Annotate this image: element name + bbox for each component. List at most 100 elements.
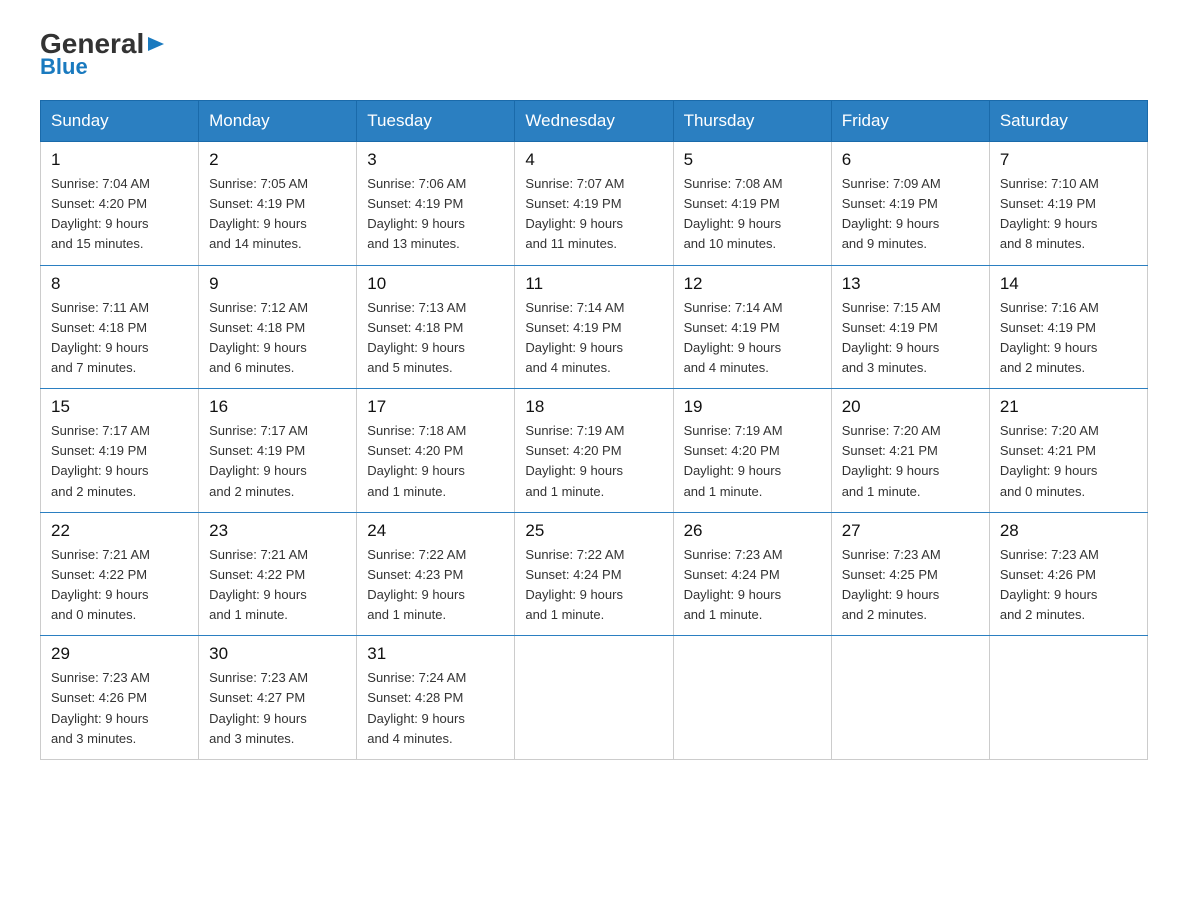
calendar-cell: 28 Sunrise: 7:23 AMSunset: 4:26 PMDayligh… — [989, 512, 1147, 636]
day-number: 5 — [684, 150, 821, 170]
day-info: Sunrise: 7:23 AMSunset: 4:26 PMDaylight:… — [51, 668, 188, 749]
day-number: 1 — [51, 150, 188, 170]
day-number: 29 — [51, 644, 188, 664]
day-number: 7 — [1000, 150, 1137, 170]
calendar-cell: 10 Sunrise: 7:13 AMSunset: 4:18 PMDayligh… — [357, 265, 515, 389]
calendar-cell: 7 Sunrise: 7:10 AMSunset: 4:19 PMDaylight… — [989, 142, 1147, 266]
day-number: 27 — [842, 521, 979, 541]
day-number: 18 — [525, 397, 662, 417]
day-info: Sunrise: 7:20 AMSunset: 4:21 PMDaylight:… — [1000, 421, 1137, 502]
day-info: Sunrise: 7:23 AMSunset: 4:24 PMDaylight:… — [684, 545, 821, 626]
calendar-cell: 14 Sunrise: 7:16 AMSunset: 4:19 PMDayligh… — [989, 265, 1147, 389]
calendar-cell: 19 Sunrise: 7:19 AMSunset: 4:20 PMDayligh… — [673, 389, 831, 513]
day-info: Sunrise: 7:21 AMSunset: 4:22 PMDaylight:… — [51, 545, 188, 626]
day-info: Sunrise: 7:23 AMSunset: 4:25 PMDaylight:… — [842, 545, 979, 626]
day-number: 28 — [1000, 521, 1137, 541]
logo-blue: Blue — [40, 54, 88, 80]
calendar-cell: 29 Sunrise: 7:23 AMSunset: 4:26 PMDayligh… — [41, 636, 199, 760]
day-info: Sunrise: 7:14 AMSunset: 4:19 PMDaylight:… — [684, 298, 821, 379]
calendar-cell: 23 Sunrise: 7:21 AMSunset: 4:22 PMDayligh… — [199, 512, 357, 636]
calendar-table: SundayMondayTuesdayWednesdayThursdayFrid… — [40, 100, 1148, 760]
calendar-cell: 22 Sunrise: 7:21 AMSunset: 4:22 PMDayligh… — [41, 512, 199, 636]
day-info: Sunrise: 7:10 AMSunset: 4:19 PMDaylight:… — [1000, 174, 1137, 255]
day-number: 12 — [684, 274, 821, 294]
day-number: 13 — [842, 274, 979, 294]
page-header: General Blue — [40, 30, 1148, 80]
day-number: 24 — [367, 521, 504, 541]
day-info: Sunrise: 7:17 AMSunset: 4:19 PMDaylight:… — [51, 421, 188, 502]
day-number: 19 — [684, 397, 821, 417]
calendar-cell: 5 Sunrise: 7:08 AMSunset: 4:19 PMDaylight… — [673, 142, 831, 266]
day-info: Sunrise: 7:23 AMSunset: 4:26 PMDaylight:… — [1000, 545, 1137, 626]
day-info: Sunrise: 7:06 AMSunset: 4:19 PMDaylight:… — [367, 174, 504, 255]
calendar-week-row: 1 Sunrise: 7:04 AMSunset: 4:20 PMDaylight… — [41, 142, 1148, 266]
day-info: Sunrise: 7:15 AMSunset: 4:19 PMDaylight:… — [842, 298, 979, 379]
day-info: Sunrise: 7:18 AMSunset: 4:20 PMDaylight:… — [367, 421, 504, 502]
day-number: 17 — [367, 397, 504, 417]
calendar-cell — [515, 636, 673, 760]
day-number: 20 — [842, 397, 979, 417]
day-number: 6 — [842, 150, 979, 170]
calendar-week-row: 15 Sunrise: 7:17 AMSunset: 4:19 PMDayligh… — [41, 389, 1148, 513]
day-number: 21 — [1000, 397, 1137, 417]
calendar-cell: 15 Sunrise: 7:17 AMSunset: 4:19 PMDayligh… — [41, 389, 199, 513]
calendar-cell: 17 Sunrise: 7:18 AMSunset: 4:20 PMDayligh… — [357, 389, 515, 513]
day-number: 26 — [684, 521, 821, 541]
day-number: 14 — [1000, 274, 1137, 294]
calendar-cell: 25Sunrise: 7:22 AMSunset: 4:24 PMDayligh… — [515, 512, 673, 636]
calendar-cell: 1 Sunrise: 7:04 AMSunset: 4:20 PMDaylight… — [41, 142, 199, 266]
calendar-week-row: 22 Sunrise: 7:21 AMSunset: 4:22 PMDayligh… — [41, 512, 1148, 636]
day-number: 10 — [367, 274, 504, 294]
calendar-cell: 4Sunrise: 7:07 AMSunset: 4:19 PMDaylight… — [515, 142, 673, 266]
calendar-cell: 11 Sunrise: 7:14 AMSunset: 4:19 PMDayligh… — [515, 265, 673, 389]
day-info: Sunrise: 7:21 AMSunset: 4:22 PMDaylight:… — [209, 545, 346, 626]
calendar-cell: 27 Sunrise: 7:23 AMSunset: 4:25 PMDayligh… — [831, 512, 989, 636]
day-info: Sunrise: 7:08 AMSunset: 4:19 PMDaylight:… — [684, 174, 821, 255]
calendar-cell: 21 Sunrise: 7:20 AMSunset: 4:21 PMDayligh… — [989, 389, 1147, 513]
calendar-cell — [673, 636, 831, 760]
day-info: Sunrise: 7:13 AMSunset: 4:18 PMDaylight:… — [367, 298, 504, 379]
day-number: 31 — [367, 644, 504, 664]
logo: General Blue — [40, 30, 168, 80]
calendar-cell — [989, 636, 1147, 760]
calendar-header-saturday: Saturday — [989, 101, 1147, 142]
calendar-cell: 20Sunrise: 7:20 AMSunset: 4:21 PMDayligh… — [831, 389, 989, 513]
day-info: Sunrise: 7:22 AMSunset: 4:23 PMDaylight:… — [367, 545, 504, 626]
day-number: 30 — [209, 644, 346, 664]
calendar-header-monday: Monday — [199, 101, 357, 142]
calendar-cell — [831, 636, 989, 760]
day-info: Sunrise: 7:17 AMSunset: 4:19 PMDaylight:… — [209, 421, 346, 502]
day-info: Sunrise: 7:14 AMSunset: 4:19 PMDaylight:… — [525, 298, 662, 379]
day-number: 25 — [525, 521, 662, 541]
calendar-cell: 3 Sunrise: 7:06 AMSunset: 4:19 PMDaylight… — [357, 142, 515, 266]
calendar-cell: 12 Sunrise: 7:14 AMSunset: 4:19 PMDayligh… — [673, 265, 831, 389]
logo-arrow-icon — [146, 33, 168, 55]
calendar-cell: 24 Sunrise: 7:22 AMSunset: 4:23 PMDayligh… — [357, 512, 515, 636]
day-info: Sunrise: 7:05 AMSunset: 4:19 PMDaylight:… — [209, 174, 346, 255]
calendar-week-row: 29 Sunrise: 7:23 AMSunset: 4:26 PMDayligh… — [41, 636, 1148, 760]
calendar-cell: 9Sunrise: 7:12 AMSunset: 4:18 PMDaylight… — [199, 265, 357, 389]
day-number: 23 — [209, 521, 346, 541]
calendar-header-wednesday: Wednesday — [515, 101, 673, 142]
calendar-cell: 2 Sunrise: 7:05 AMSunset: 4:19 PMDaylight… — [199, 142, 357, 266]
calendar-header-sunday: Sunday — [41, 101, 199, 142]
day-number: 16 — [209, 397, 346, 417]
calendar-header-row: SundayMondayTuesdayWednesdayThursdayFrid… — [41, 101, 1148, 142]
day-number: 15 — [51, 397, 188, 417]
day-info: Sunrise: 7:04 AMSunset: 4:20 PMDaylight:… — [51, 174, 188, 255]
calendar-cell: 31Sunrise: 7:24 AMSunset: 4:28 PMDayligh… — [357, 636, 515, 760]
calendar-cell: 26 Sunrise: 7:23 AMSunset: 4:24 PMDayligh… — [673, 512, 831, 636]
day-number: 3 — [367, 150, 504, 170]
calendar-cell: 13 Sunrise: 7:15 AMSunset: 4:19 PMDayligh… — [831, 265, 989, 389]
day-info: Sunrise: 7:16 AMSunset: 4:19 PMDaylight:… — [1000, 298, 1137, 379]
calendar-cell: 8Sunrise: 7:11 AMSunset: 4:18 PMDaylight… — [41, 265, 199, 389]
day-number: 11 — [525, 274, 662, 294]
day-info: Sunrise: 7:12 AMSunset: 4:18 PMDaylight:… — [209, 298, 346, 379]
calendar-cell: 16 Sunrise: 7:17 AMSunset: 4:19 PMDayligh… — [199, 389, 357, 513]
calendar-header-tuesday: Tuesday — [357, 101, 515, 142]
day-info: Sunrise: 7:23 AMSunset: 4:27 PMDaylight:… — [209, 668, 346, 749]
day-number: 22 — [51, 521, 188, 541]
day-info: Sunrise: 7:09 AMSunset: 4:19 PMDaylight:… — [842, 174, 979, 255]
day-number: 2 — [209, 150, 346, 170]
day-info: Sunrise: 7:19 AMSunset: 4:20 PMDaylight:… — [684, 421, 821, 502]
